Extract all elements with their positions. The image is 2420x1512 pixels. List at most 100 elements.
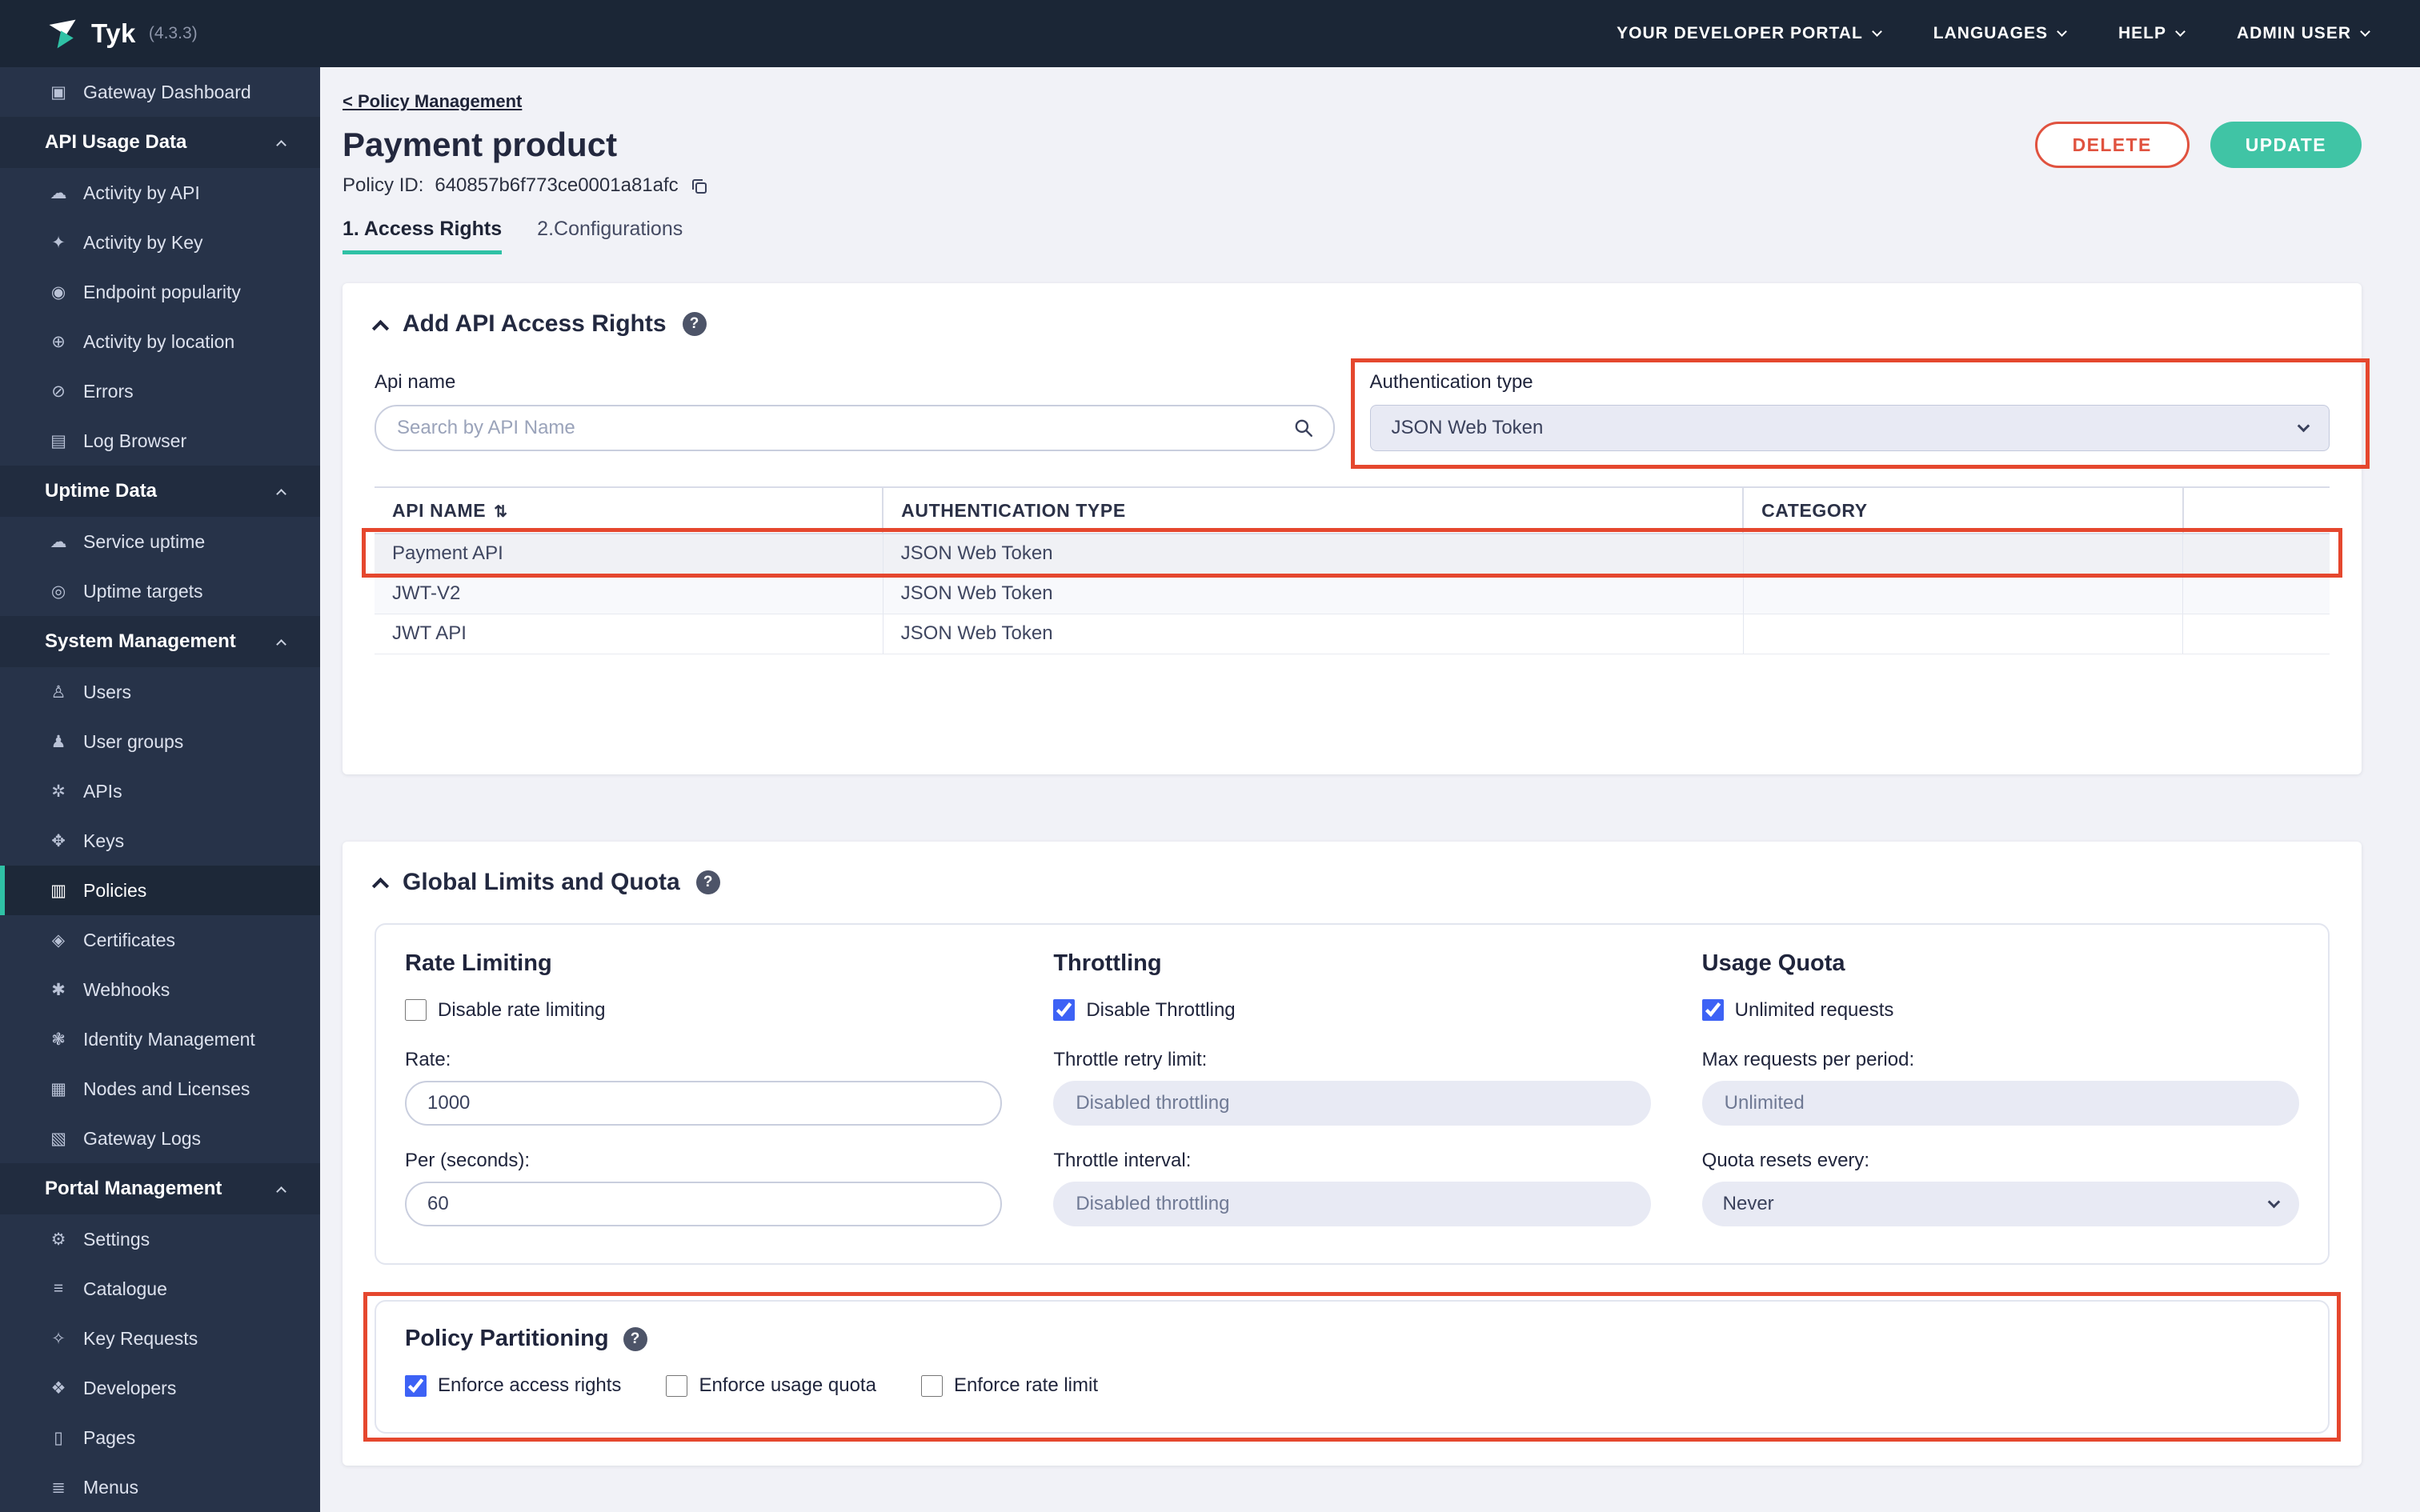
quota-resets-label: Quota resets every: bbox=[1701, 1150, 1870, 1171]
sidebar-item-activity-by-api[interactable]: ☁ Activity by API bbox=[0, 168, 320, 218]
enforce-usage-quota-checkbox[interactable] bbox=[666, 1374, 688, 1397]
key-request-icon: ✧ bbox=[51, 1329, 66, 1348]
limits-panel: Rate Limiting Disable rate limiting Rate… bbox=[375, 922, 2330, 1265]
sidebar-item-menus[interactable]: ≣ Menus bbox=[0, 1462, 320, 1512]
quota-resets-value: Never bbox=[1722, 1193, 1774, 1214]
chevron-down-icon bbox=[2057, 26, 2067, 37]
sidebar-item-pages[interactable]: ▯ Pages bbox=[0, 1413, 320, 1462]
enforce-access-rights-checkbox[interactable] bbox=[405, 1374, 427, 1397]
topbar-menu-admin-user[interactable]: ADMIN USER bbox=[2236, 24, 2370, 43]
sidebar-item-apis[interactable]: ✲ APIs bbox=[0, 766, 320, 816]
collapse-icon[interactable] bbox=[371, 319, 390, 337]
topbar-menu-label: ADMIN USER bbox=[2236, 24, 2351, 42]
collapse-icon[interactable] bbox=[371, 877, 390, 895]
auth-type-select[interactable]: JSON Web Token bbox=[1369, 405, 2330, 451]
user-group-icon: ♟ bbox=[50, 732, 66, 751]
update-button[interactable]: UPDATE bbox=[2210, 122, 2362, 168]
sidebar-item-activity-by-location[interactable]: ⊕ Activity by location bbox=[0, 317, 320, 366]
sidebar-item-errors[interactable]: ⊘ Errors bbox=[0, 366, 320, 416]
disable-rate-limiting-label: Disable rate limiting bbox=[438, 998, 606, 1021]
disable-rate-limiting-option[interactable]: Disable rate limiting bbox=[405, 999, 605, 1022]
disable-throttling-option[interactable]: Disable Throttling bbox=[1053, 999, 1236, 1022]
api-name-label: Api name bbox=[375, 371, 456, 393]
table-row-jwt-v2[interactable]: JWT-V2 JSON Web Token bbox=[375, 574, 2330, 614]
sidebar-item-keys[interactable]: ✥ Keys bbox=[0, 816, 320, 866]
sort-icon[interactable]: ⇅ bbox=[494, 503, 507, 521]
sidebar-item-users[interactable]: ♙ Users bbox=[0, 667, 320, 717]
topbar-menu-label: LANGUAGES bbox=[1933, 24, 2048, 42]
sidebar-item-gateway-dashboard[interactable]: ▣ Gateway Dashboard bbox=[0, 67, 320, 117]
main-content: < Policy Management Payment product DELE… bbox=[320, 67, 2420, 1512]
pp-option-enforce-access-rights[interactable]: Enforce access rights bbox=[405, 1374, 621, 1397]
per-seconds-input[interactable] bbox=[405, 1182, 1003, 1226]
tyk-logo[interactable]: Tyk (4.3.3) bbox=[45, 16, 198, 51]
tab-access-rights[interactable]: 1. Access Rights bbox=[343, 218, 503, 254]
disable-throttling-checkbox[interactable] bbox=[1053, 999, 1076, 1021]
sidebar-item-user-groups[interactable]: ♟ User groups bbox=[0, 717, 320, 766]
sidebar-item-developers[interactable]: ❖ Developers bbox=[0, 1363, 320, 1413]
tyk-logo-icon bbox=[49, 19, 76, 49]
sidebar-item-label: Service uptime bbox=[83, 530, 206, 552]
sidebar-item-settings[interactable]: ⚙ Settings bbox=[0, 1214, 320, 1264]
unlimited-requests-option[interactable]: Unlimited requests bbox=[1701, 998, 1894, 1022]
tab-configurations[interactable]: 2.Configurations bbox=[537, 218, 683, 254]
column-header-empty bbox=[2182, 486, 2330, 534]
topbar-menu: YOUR DEVELOPER PORTAL LANGUAGES HELP ADMIN … bbox=[1617, 24, 2370, 43]
breadcrumb[interactable]: < Policy Management bbox=[343, 91, 522, 112]
sidebar-section-system-management[interactable]: System Management bbox=[0, 616, 320, 667]
help-icon[interactable]: ? bbox=[695, 870, 720, 894]
search-icon[interactable] bbox=[1293, 418, 1314, 438]
sidebar-item-catalogue[interactable]: ≡ Catalogue bbox=[0, 1264, 320, 1314]
sidebar-item-label: Menus bbox=[83, 1476, 139, 1498]
auth-type-value: JSON Web Token bbox=[1391, 417, 1544, 438]
enforce-rate-limit-checkbox[interactable] bbox=[920, 1374, 943, 1397]
user-icon: ♙ bbox=[50, 682, 66, 702]
sidebar-item-identity-management[interactable]: ❃ Identity Management bbox=[0, 1014, 320, 1064]
api-icon: ✲ bbox=[51, 782, 66, 801]
throttle-retry-input bbox=[1053, 1081, 1651, 1126]
chevron-down-icon bbox=[2360, 26, 2370, 37]
sidebar-item-endpoint-popularity[interactable]: ◉ Endpoint popularity bbox=[0, 267, 320, 317]
rate-input[interactable] bbox=[405, 1081, 1003, 1126]
sidebar-item-uptime-targets[interactable]: ◎ Uptime targets bbox=[0, 566, 320, 616]
sidebar-item-label: Uptime targets bbox=[83, 580, 203, 602]
help-icon[interactable]: ? bbox=[623, 1326, 647, 1351]
topbar-menu-help[interactable]: HELP bbox=[2118, 24, 2186, 43]
unlimited-requests-checkbox[interactable] bbox=[1701, 999, 1724, 1021]
unlimited-requests-label: Unlimited requests bbox=[1734, 998, 1894, 1021]
table-row-payment-api[interactable]: Payment API JSON Web Token bbox=[375, 534, 2330, 574]
sidebar-item-service-uptime[interactable]: ☁ Service uptime bbox=[0, 517, 320, 566]
pp-option-enforce-usage-quota[interactable]: Enforce usage quota bbox=[666, 1374, 876, 1397]
sidebar-item-gateway-logs[interactable]: ▧ Gateway Logs bbox=[0, 1114, 320, 1163]
globe-icon: ⊕ bbox=[51, 332, 66, 351]
sidebar-item-label: Activity by location bbox=[83, 330, 235, 352]
sidebar-item-webhooks[interactable]: ✱ Webhooks bbox=[0, 965, 320, 1014]
sidebar-item-label: Gateway Dashboard bbox=[83, 81, 251, 102]
page-title: Payment product bbox=[343, 126, 618, 163]
sidebar-section-uptime-data[interactable]: Uptime Data bbox=[0, 466, 320, 517]
disable-rate-limiting-checkbox[interactable] bbox=[405, 999, 427, 1021]
chevron-down-icon bbox=[2267, 1195, 2281, 1209]
throttle-interval-input bbox=[1053, 1182, 1651, 1226]
column-header-api-name[interactable]: API NAME ⇅ bbox=[375, 486, 884, 534]
help-icon[interactable]: ? bbox=[682, 312, 707, 336]
global-limits-title: Global Limits and Quota bbox=[403, 868, 680, 895]
sidebar-item-nodes-and-licenses[interactable]: ▦ Nodes and Licenses bbox=[0, 1064, 320, 1114]
topbar-menu-your-developer-portal[interactable]: YOUR DEVELOPER PORTAL bbox=[1617, 24, 1882, 43]
sidebar-item-key-requests[interactable]: ✧ Key Requests bbox=[0, 1314, 320, 1363]
sidebar-item-certificates[interactable]: ◈ Certificates bbox=[0, 915, 320, 965]
sidebar-item-log-browser[interactable]: ▤ Log Browser bbox=[0, 416, 320, 466]
auth-type-label: Authentication type bbox=[1369, 371, 1533, 393]
sidebar-section-portal-management[interactable]: Portal Management bbox=[0, 1163, 320, 1214]
sidebar-section-api-usage-data[interactable]: API Usage Data bbox=[0, 117, 320, 168]
copy-icon[interactable] bbox=[690, 177, 709, 196]
table-row-jwt-api[interactable]: JWT API JSON Web Token bbox=[375, 614, 2330, 654]
access-rights-card: Add API Access Rights ? Api name Search … bbox=[343, 283, 2370, 774]
quota-resets-select[interactable]: Never bbox=[1701, 1182, 2299, 1226]
sidebar-item-activity-by-key[interactable]: ✦ Activity by Key bbox=[0, 218, 320, 267]
pp-option-enforce-rate-limit[interactable]: Enforce rate limit bbox=[920, 1374, 1098, 1397]
topbar-menu-languages[interactable]: LANGUAGES bbox=[1933, 24, 2067, 43]
sidebar-item-policies[interactable]: ▥ Policies bbox=[0, 866, 320, 915]
delete-button[interactable]: DELETE bbox=[2034, 122, 2190, 168]
api-search-input[interactable] bbox=[375, 405, 1335, 451]
